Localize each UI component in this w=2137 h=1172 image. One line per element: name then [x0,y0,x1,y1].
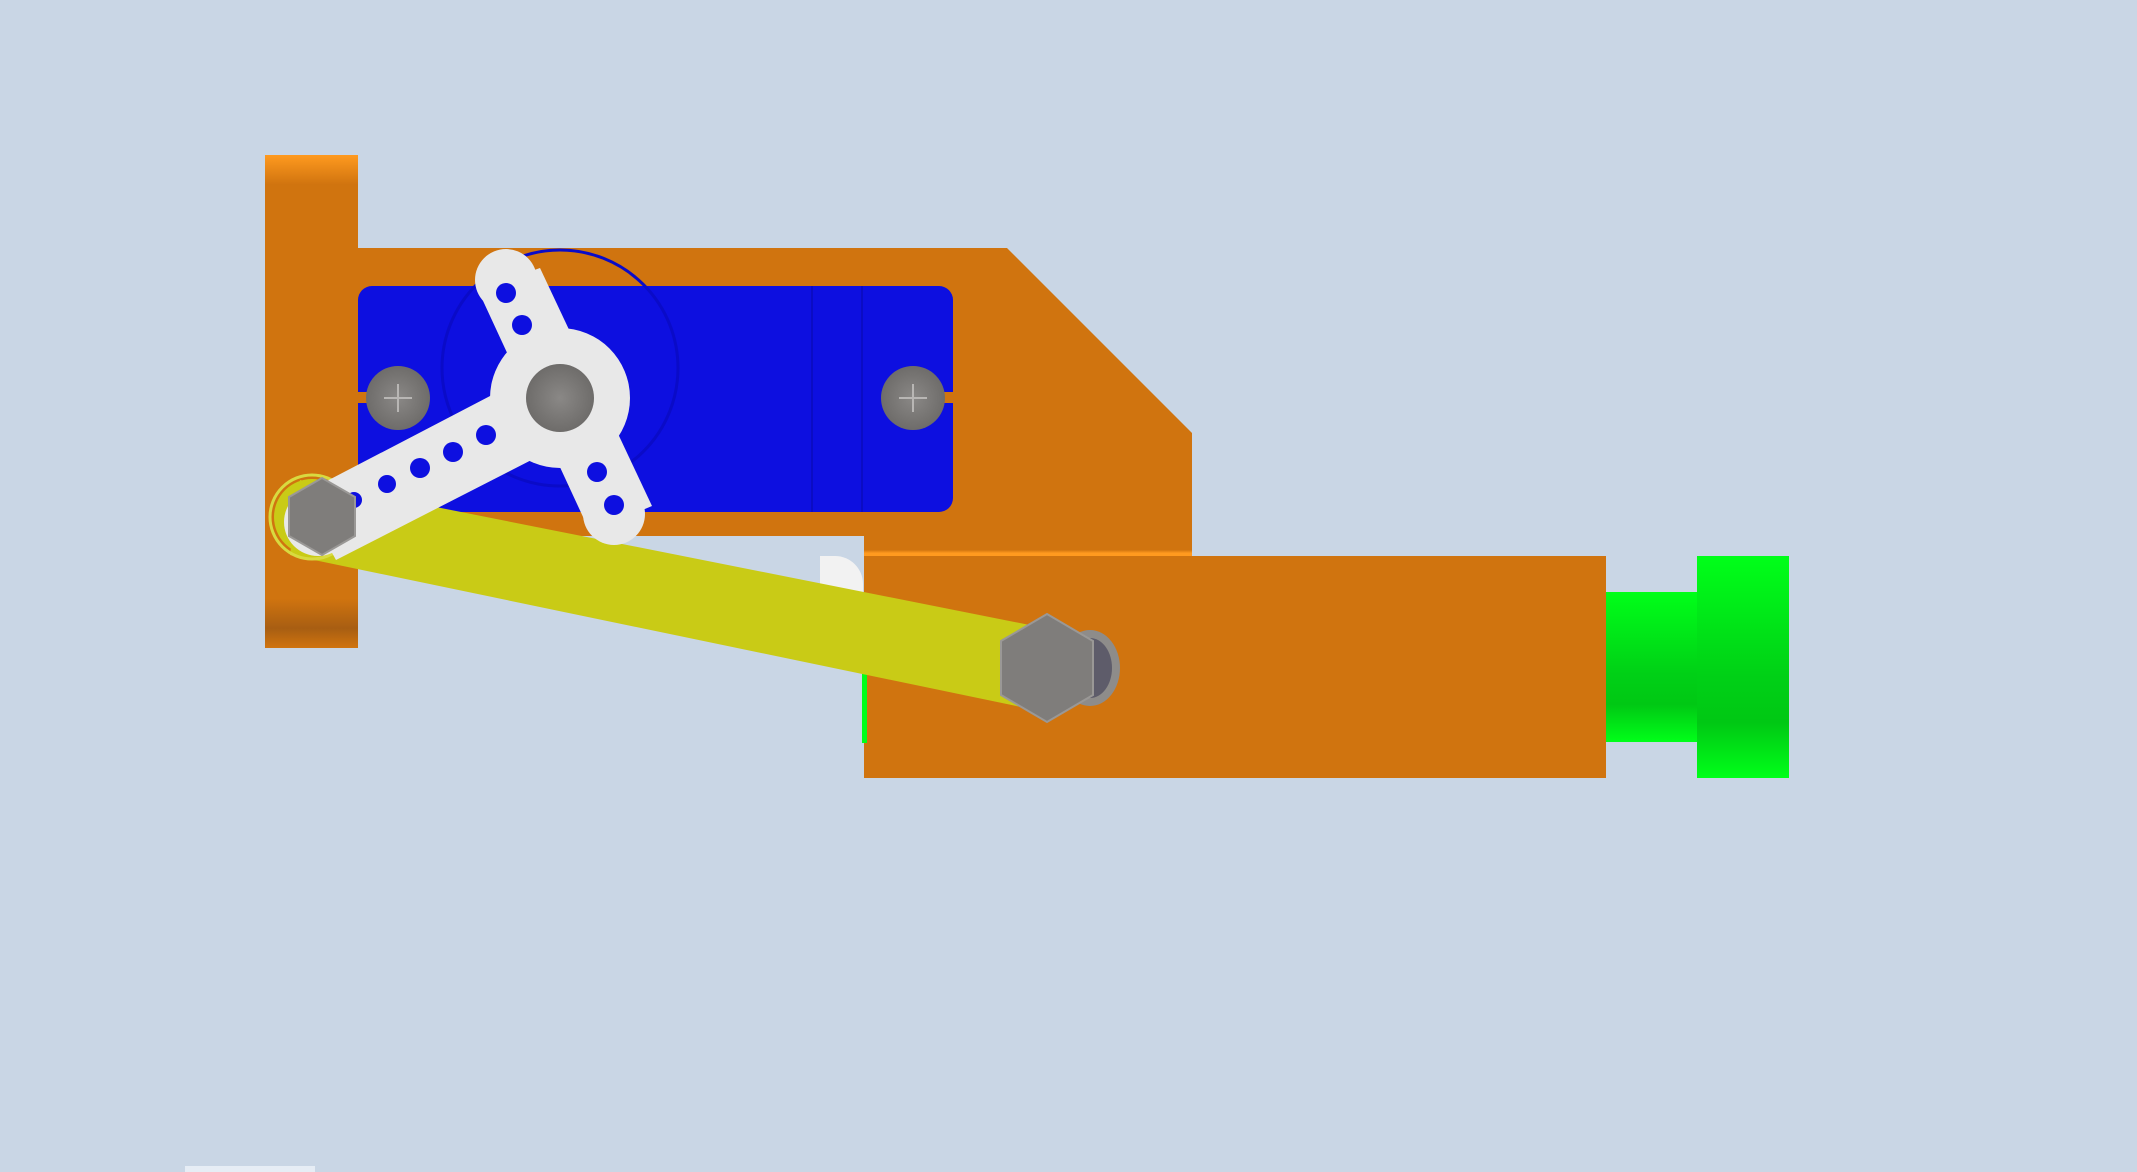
end-cap-icon [1697,556,1789,778]
screw-icon [881,366,945,430]
screw-icon [366,366,430,430]
assembly-scene [0,0,2137,1172]
end-cap-neck-icon [1606,592,1698,742]
cad-viewport[interactable] [0,0,2137,1172]
servo-bracket-lower-face-icon [864,515,1192,556]
scroll-thumb[interactable] [185,1166,315,1172]
vertical-mounting-plate-icon [265,155,358,648]
horn-center-screw-icon [526,364,594,432]
